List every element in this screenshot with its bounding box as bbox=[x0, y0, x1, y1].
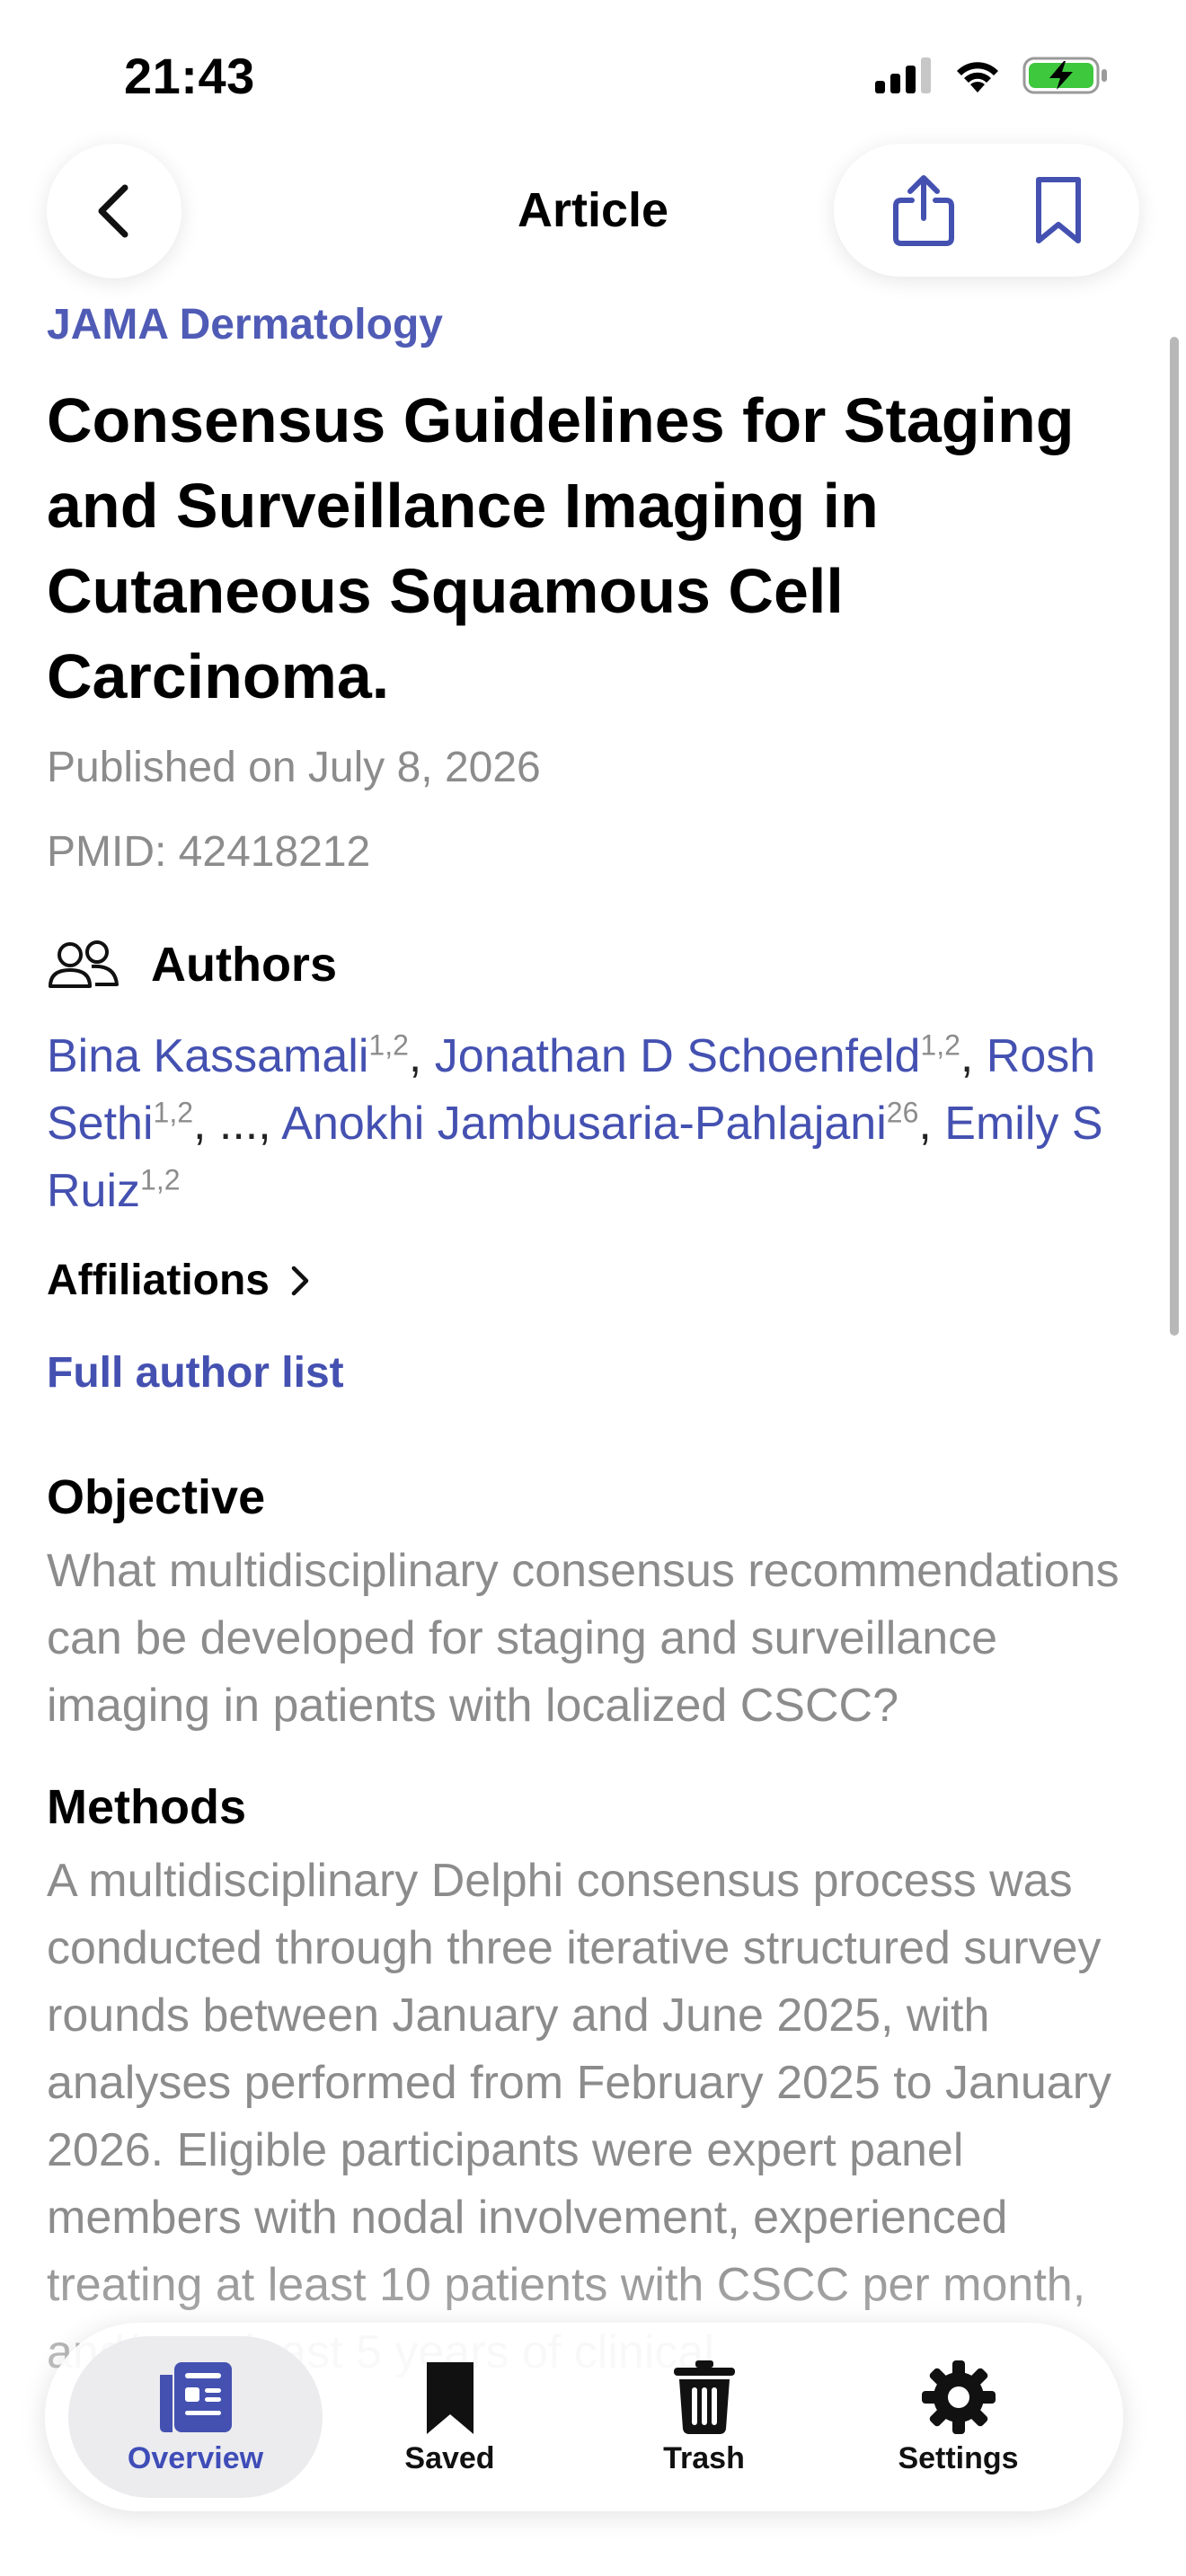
published-date: Published on July 8, 2026 bbox=[47, 744, 541, 791]
author-link[interactable]: Anokhi Jambusaria-Pahlajani bbox=[281, 1098, 887, 1150]
authors-header: Authors bbox=[47, 937, 1125, 992]
overview-icon bbox=[159, 2361, 232, 2432]
cellular-signal-icon bbox=[875, 57, 931, 93]
authors-heading: Authors bbox=[151, 938, 337, 992]
tab-label: Overview bbox=[127, 2440, 264, 2475]
journal-name: JAMA Dermatology bbox=[47, 301, 443, 348]
status-time: 21:43 bbox=[124, 48, 255, 104]
chevron-right-icon bbox=[291, 1266, 309, 1295]
author-affiliation-sup: 1,2 bbox=[920, 1028, 960, 1062]
trash-icon bbox=[673, 2360, 735, 2434]
article-title: Consensus Guidelines for Staging and Sur… bbox=[47, 385, 1075, 711]
tab-bar: Overview Saved Trash Settings bbox=[45, 2323, 1123, 2511]
section-heading: Objective bbox=[47, 1470, 266, 1524]
people-icon bbox=[49, 940, 119, 988]
author-separator: , bbox=[918, 1098, 945, 1150]
tab-label: Settings bbox=[898, 2440, 1019, 2475]
author-affiliation-sup: 1,2 bbox=[140, 1163, 181, 1196]
wifi-icon bbox=[957, 62, 998, 93]
pmid: PMID: 42418212 bbox=[47, 828, 371, 876]
tab-saved[interactable]: Saved bbox=[323, 2336, 577, 2498]
status-icons bbox=[875, 56, 1109, 95]
share-icon[interactable] bbox=[890, 173, 957, 247]
author-separator: , bbox=[960, 1030, 987, 1082]
bookmark-icon[interactable] bbox=[1033, 174, 1084, 246]
battery-charging-icon bbox=[1022, 57, 1107, 94]
full-author-list-link[interactable]: Full author list bbox=[47, 1348, 1125, 1398]
author-affiliation-sup: 26 bbox=[886, 1096, 919, 1129]
tab-label: Trash bbox=[663, 2440, 745, 2475]
header-actions bbox=[834, 144, 1139, 277]
gear-icon bbox=[921, 2360, 996, 2434]
article-content: JAMA Dermatology Consensus Guidelines fo… bbox=[47, 300, 1125, 2386]
bookmark-icon bbox=[426, 2361, 474, 2434]
scrollbar[interactable] bbox=[1170, 337, 1179, 1336]
author-link[interactable]: Bina Kassamali bbox=[47, 1030, 368, 1082]
author-link[interactable]: Jonathan D Schoenfeld bbox=[435, 1030, 921, 1082]
tab-settings[interactable]: Settings bbox=[831, 2336, 1085, 2498]
section-heading: Methods bbox=[47, 1780, 246, 1834]
affiliations-label: Affiliations bbox=[47, 1257, 270, 1304]
affiliations-button[interactable]: Affiliations bbox=[47, 1256, 1125, 1305]
author-separator: , ..., bbox=[193, 1098, 282, 1150]
author-affiliation-sup: 1,2 bbox=[153, 1096, 194, 1129]
tab-overview[interactable]: Overview bbox=[68, 2336, 323, 2498]
author-separator: , bbox=[408, 1030, 435, 1082]
author-list: Bina Kassamali1,2, Jonathan D Schoenfeld… bbox=[47, 1023, 1125, 1225]
tab-trash[interactable]: Trash bbox=[577, 2336, 831, 2498]
author-affiliation-sup: 1,2 bbox=[368, 1028, 409, 1062]
tab-label: Saved bbox=[404, 2440, 495, 2475]
section-text: What multidisciplinary consensus recomme… bbox=[47, 1545, 1120, 1732]
